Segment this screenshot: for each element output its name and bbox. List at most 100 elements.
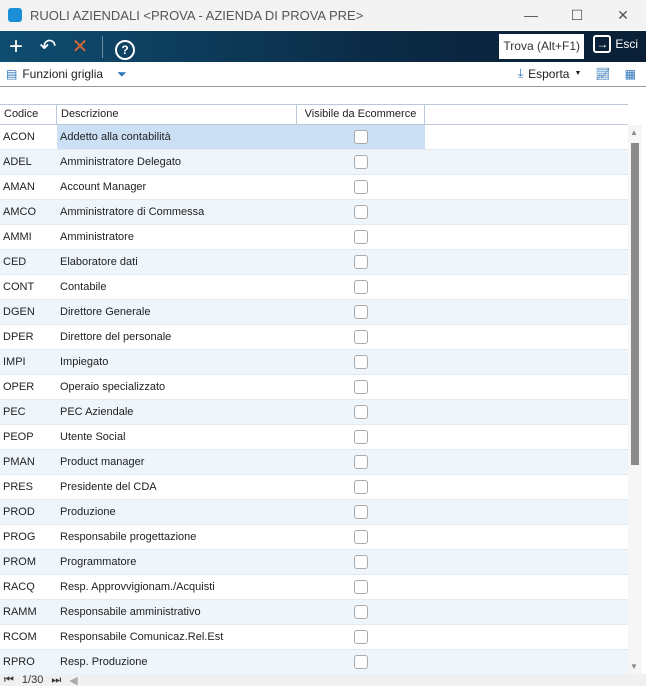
filter-icon[interactable]: ⏷	[117, 67, 127, 82]
table-row[interactable]: PMAN Product manager	[0, 450, 628, 475]
table-row[interactable]: RACQ Resp. Approvvigionam./Acquisti	[0, 575, 628, 600]
cell-visibile	[297, 275, 425, 299]
ecommerce-checkbox[interactable]	[354, 405, 368, 419]
cell-visibile	[297, 250, 425, 274]
table-row[interactable]: AMCO Amministratore di Commessa	[0, 200, 628, 225]
cell-descrizione: PEC Aziendale	[60, 406, 134, 418]
cell-visibile	[297, 625, 425, 649]
table-row[interactable]: ACON Addetto alla contabilità	[0, 125, 628, 150]
delete-icon[interactable]: ✕	[64, 32, 96, 62]
ecommerce-checkbox[interactable]	[354, 130, 368, 144]
table-row[interactable]: PEOP Utente Social	[0, 425, 628, 450]
cell-codice: IMPI	[3, 356, 26, 368]
cell-codice: AMMI	[3, 231, 32, 243]
cell-descrizione: Direttore Generale	[60, 306, 151, 318]
ecommerce-checkbox[interactable]	[354, 155, 368, 169]
cell-codice: PROG	[3, 531, 36, 543]
table-row[interactable]: OPER Operaio specializzato	[0, 375, 628, 400]
grid-layout-icon[interactable]: ▦	[625, 67, 636, 81]
table-row[interactable]: PRES Presidente del CDA	[0, 475, 628, 500]
ecommerce-checkbox[interactable]	[354, 180, 368, 194]
cell-descrizione: Responsabile Comunicaz.Rel.Est	[60, 631, 224, 643]
cell-codice: PEC	[3, 406, 26, 418]
ecommerce-checkbox[interactable]	[354, 505, 368, 519]
list-icon: ▤	[6, 67, 18, 81]
grid-footer: ⏮ 1/30 ⏭ ◀	[0, 674, 646, 687]
exit-button[interactable]: → Esci	[593, 35, 638, 53]
table-row[interactable]: PROM Programmatore	[0, 550, 628, 575]
undo-icon[interactable]: ↶	[32, 32, 64, 62]
ecommerce-checkbox[interactable]	[354, 480, 368, 494]
cell-descrizione: Produzione	[60, 506, 116, 518]
cell-visibile	[297, 350, 425, 374]
ecommerce-checkbox[interactable]	[354, 580, 368, 594]
table-row[interactable]: CED Elaboratore dati	[0, 250, 628, 275]
table-row[interactable]: RAMM Responsabile amministrativo	[0, 600, 628, 625]
cell-codice: AMAN	[3, 181, 35, 193]
ecommerce-checkbox[interactable]	[354, 555, 368, 569]
vertical-scrollbar[interactable]: ▲ ▼	[628, 125, 642, 674]
first-page-icon[interactable]: ⏮	[4, 674, 14, 687]
scroll-down-icon[interactable]: ▼	[630, 662, 638, 671]
ecommerce-checkbox[interactable]	[354, 655, 368, 669]
cell-visibile	[297, 300, 425, 324]
export-button[interactable]: ⤓ Esporta ▼	[518, 66, 582, 81]
table-row[interactable]: AMMI Amministratore	[0, 225, 628, 250]
cell-visibile	[297, 525, 425, 549]
help-icon[interactable]: ?	[109, 32, 141, 62]
ecommerce-checkbox[interactable]	[354, 205, 368, 219]
cell-descrizione: Amministratore di Commessa	[60, 206, 205, 218]
cell-visibile	[297, 500, 425, 524]
ecommerce-checkbox[interactable]	[354, 630, 368, 644]
table-row[interactable]: RCOM Responsabile Comunicaz.Rel.Est	[0, 625, 628, 650]
grid-function-bar: ▤ Funzioni griglia ⏷ ⤓ Esporta ▼ 📈︎ ▦	[0, 62, 646, 87]
cell-descrizione: Contabile	[60, 281, 107, 293]
ecommerce-checkbox[interactable]	[354, 355, 368, 369]
ecommerce-checkbox[interactable]	[354, 255, 368, 269]
minimize-button[interactable]: —	[508, 0, 554, 30]
grid-header: Codice Descrizione Visibile da Ecommerce	[0, 104, 628, 125]
table-row[interactable]: RPRO Resp. Produzione	[0, 650, 628, 675]
cell-codice: RAMM	[3, 606, 37, 618]
table-row[interactable]: PROD Produzione	[0, 500, 628, 525]
table-row[interactable]: ADEL Amministratore Delegato	[0, 150, 628, 175]
export-label: Esporta	[528, 66, 570, 81]
cell-visibile	[297, 475, 425, 499]
table-row[interactable]: DPER Direttore del personale	[0, 325, 628, 350]
close-button[interactable]: ✕	[600, 0, 646, 30]
ecommerce-checkbox[interactable]	[354, 430, 368, 444]
ecommerce-checkbox[interactable]	[354, 230, 368, 244]
table-row[interactable]: DGEN Direttore Generale	[0, 300, 628, 325]
ecommerce-checkbox[interactable]	[354, 305, 368, 319]
cell-visibile	[297, 325, 425, 349]
column-header-descrizione[interactable]: Descrizione	[57, 105, 297, 124]
column-header-visibile[interactable]: Visibile da Ecommerce	[297, 105, 425, 124]
table-row[interactable]: PROG Responsabile progettazione	[0, 525, 628, 550]
scroll-up-icon[interactable]: ▲	[630, 128, 638, 137]
table-row[interactable]: CONT Contabile	[0, 275, 628, 300]
help-label: ?	[115, 39, 135, 60]
ecommerce-checkbox[interactable]	[354, 530, 368, 544]
ecommerce-checkbox[interactable]	[354, 280, 368, 294]
ecommerce-checkbox[interactable]	[354, 605, 368, 619]
cell-visibile	[297, 200, 425, 224]
cell-descrizione: Product manager	[60, 456, 145, 468]
table-row[interactable]: IMPI Impiegato	[0, 350, 628, 375]
last-page-icon[interactable]: ⏭	[51, 674, 61, 687]
ecommerce-checkbox[interactable]	[354, 380, 368, 394]
cell-descrizione: Amministratore	[60, 231, 134, 243]
scrollbar-thumb[interactable]	[631, 143, 639, 465]
table-row[interactable]: AMAN Account Manager	[0, 175, 628, 200]
scroll-left-icon[interactable]: ◀	[69, 674, 77, 687]
chart-icon[interactable]: 📈︎	[595, 67, 610, 81]
maximize-button[interactable]: ☐	[554, 0, 600, 30]
column-header-codice[interactable]: Codice	[0, 105, 57, 124]
window-title: RUOLI AZIENDALI <PROVA - AZIENDA DI PROV…	[30, 7, 364, 23]
table-row[interactable]: PEC PEC Aziendale	[0, 400, 628, 425]
cell-codice: PROM	[3, 556, 36, 568]
ecommerce-checkbox[interactable]	[354, 455, 368, 469]
add-icon[interactable]: +	[0, 32, 32, 62]
find-button[interactable]: Trova (Alt+F1)	[499, 34, 584, 59]
ecommerce-checkbox[interactable]	[354, 330, 368, 344]
grid-functions-button[interactable]: ▤ Funzioni griglia	[6, 67, 103, 81]
